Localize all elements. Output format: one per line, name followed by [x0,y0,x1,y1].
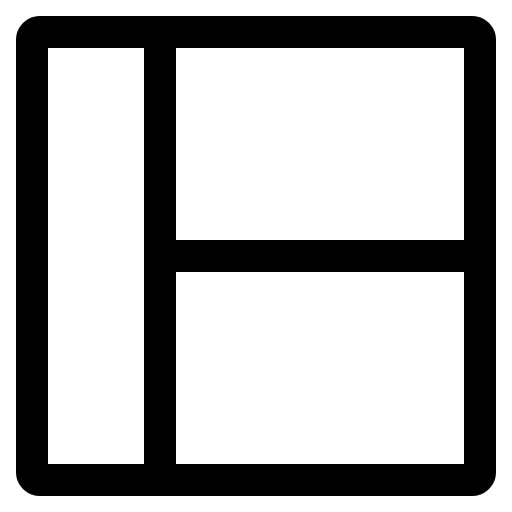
bottom-right-panel [176,272,464,464]
top-right-panel [176,48,464,240]
layout-sidebar-split-icon [16,16,496,496]
icon-canvas [0,0,512,512]
sidebar-panel [48,48,144,464]
